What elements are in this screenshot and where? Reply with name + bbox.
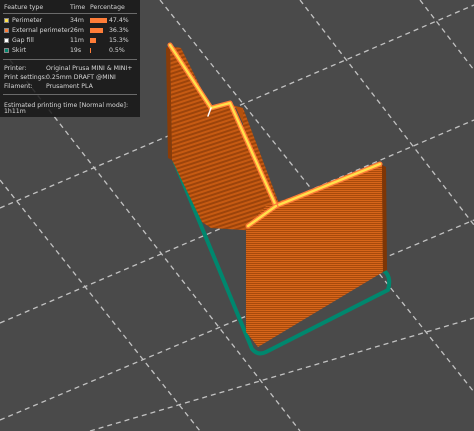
- feature-time: 11m: [70, 37, 84, 44]
- feature-name: Skirt: [12, 47, 27, 54]
- legend-divider: [3, 59, 137, 60]
- legend-header: Feature type Time Percentage: [4, 4, 125, 11]
- print-settings-label: Print settings:: [4, 74, 47, 81]
- feature-name: Gap fill: [12, 37, 34, 44]
- color-swatch: [4, 28, 9, 33]
- legend-panel: Feature type Time Percentage Perimeter 34…: [0, 0, 140, 117]
- percentage-bar: [90, 28, 104, 33]
- feature-percentage: 0.5%: [109, 47, 125, 54]
- filament-label: Filament:: [4, 83, 33, 90]
- printer-label: Printer:: [4, 65, 27, 72]
- feature-time: 26m: [70, 27, 84, 34]
- filament-value: Prusament PLA: [46, 83, 93, 90]
- percentage-header: Percentage: [90, 4, 125, 11]
- estimated-time: Estimated printing time [Normal mode]: 1…: [4, 102, 129, 116]
- time-header: Time: [70, 4, 86, 11]
- feature-percentage: 15.3%: [109, 37, 129, 44]
- legend-divider: [3, 94, 137, 95]
- feature-percentage: 36.3%: [109, 27, 129, 34]
- print-settings-value: 0.25mm DRAFT @MINI: [46, 74, 116, 81]
- feature-time: 19s: [70, 47, 82, 54]
- feature-percentage: 47.4%: [109, 17, 129, 24]
- percentage-bar: [90, 38, 96, 43]
- feature-time: 34m: [70, 17, 84, 24]
- percentage-bar: [90, 48, 91, 53]
- color-swatch: [4, 48, 9, 53]
- feature-name: Perimeter: [12, 17, 43, 24]
- feature-type-header: Feature type: [4, 4, 44, 11]
- printer-value: Original Prusa MINI & MINI+: [46, 65, 133, 72]
- percentage-bar: [90, 18, 108, 23]
- color-swatch: [4, 18, 9, 23]
- legend-divider: [3, 13, 137, 14]
- color-swatch: [4, 38, 9, 43]
- feature-name: External perimeter: [12, 27, 71, 34]
